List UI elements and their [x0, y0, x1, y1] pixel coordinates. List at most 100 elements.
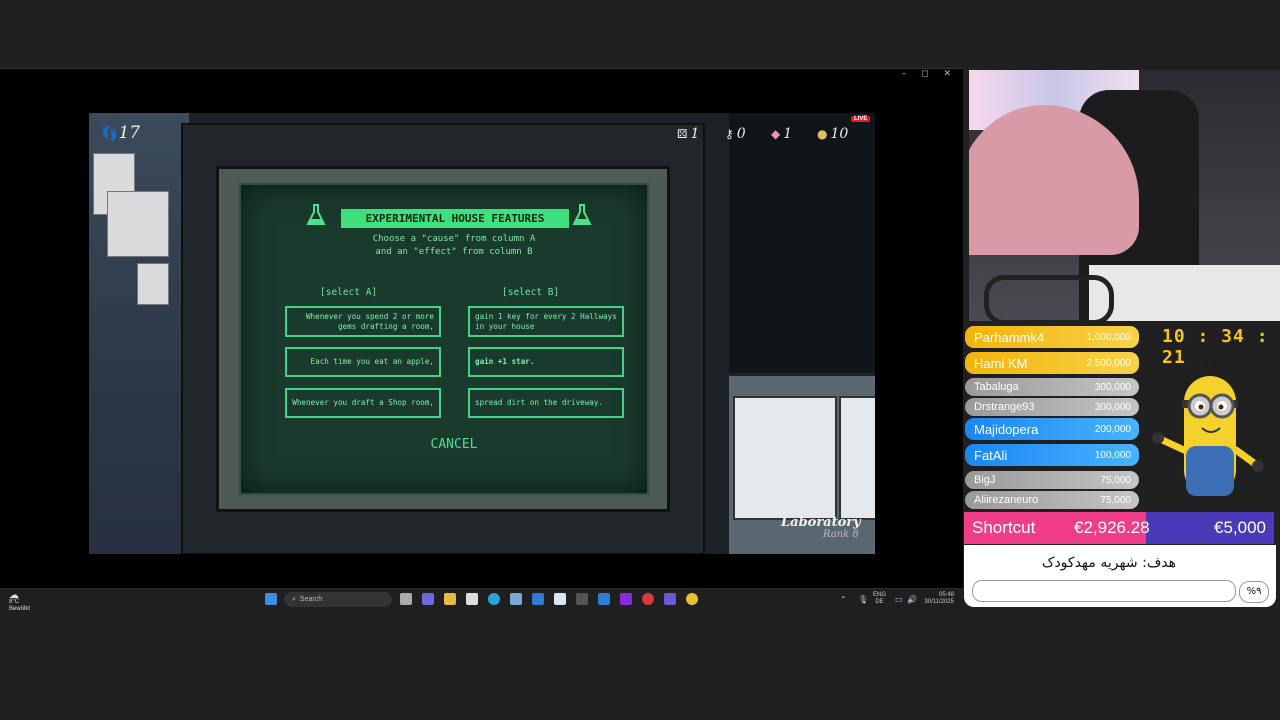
- donation-entry: BigJ 75,000: [965, 471, 1139, 489]
- donation-goal-bar: Shortcut €2,926.28 €5,000: [964, 512, 1274, 544]
- donation-amount: 300,000: [1094, 401, 1131, 413]
- cause-option[interactable]: Whenever you draft a Shop room,: [285, 388, 441, 418]
- donation-amount: 100,000: [1094, 449, 1131, 461]
- vscode-icon[interactable]: [598, 593, 610, 605]
- taskbar: ☁ 8°C Bewölkt ⌕ Search ⌃ 🎙 ENG DE ▭ 🔊 05:…: [0, 588, 963, 613]
- app-icon[interactable]: [510, 593, 522, 605]
- task-view-icon[interactable]: [400, 593, 412, 605]
- background-wall: [89, 113, 189, 554]
- game-viewport: EXPERIMENTAL HOUSE FEATURES Choose a "ca…: [89, 113, 875, 554]
- effect-option[interactable]: spread dirt on the driveway.: [468, 388, 624, 418]
- cause-option[interactable]: Each time you eat an apple,: [285, 347, 441, 377]
- gems-value: 1: [783, 126, 793, 142]
- streamer-glasses: [984, 275, 1114, 321]
- column-b-header: [select B]: [502, 287, 560, 298]
- cabinet-panel: [733, 396, 837, 520]
- donor-name: Majidopera: [974, 421, 1039, 437]
- cancel-button[interactable]: CANCEL: [424, 437, 484, 452]
- effect-option-label: spread dirt on the driveway.: [475, 398, 604, 407]
- search-placeholder: Search: [299, 596, 323, 603]
- webcam-feed: [969, 70, 1280, 321]
- window-controls[interactable]: – ◻ ✕: [902, 69, 957, 79]
- pinned-paper: [137, 263, 169, 305]
- app-icon[interactable]: [642, 593, 654, 605]
- donation-amount: 75,000: [1100, 474, 1131, 486]
- donation-entry: Parhammk4 1,000,000: [965, 326, 1139, 348]
- cloud-icon: ☁: [9, 590, 19, 601]
- cause-option-label: Whenever you draft a Shop room,: [292, 398, 434, 407]
- instruction-line: and an "effect" from column B: [375, 247, 533, 257]
- edge-icon[interactable]: [488, 593, 500, 605]
- file-explorer-icon[interactable]: [444, 593, 456, 605]
- effect-option[interactable]: gain +1 star.: [468, 347, 624, 377]
- donor-name: BigJ: [974, 474, 996, 486]
- dice-icon: ⚄: [677, 127, 688, 141]
- donation-amount: 300,000: [1094, 381, 1131, 393]
- donor-name: Hami KM: [974, 355, 1028, 371]
- donor-name: FatAli: [974, 447, 1008, 463]
- goal-target: €5,000: [1214, 518, 1266, 537]
- teams-icon[interactable]: [422, 593, 434, 605]
- weather-widget[interactable]: ☁ 8°C Bewölkt: [9, 590, 31, 613]
- cause-option-label: Whenever you spend 2 or more gems drafti…: [305, 311, 434, 331]
- footsteps-icon: 👣: [101, 126, 119, 142]
- weather-desc: Bewölkt: [9, 606, 31, 612]
- dice-value: 1: [690, 126, 700, 142]
- room-name: Laboratory: [781, 515, 861, 530]
- search-icon: ⌕: [292, 596, 296, 603]
- coins-counter: ● 10: [817, 126, 848, 142]
- effect-option[interactable]: gain 1 key for every 2 Hallways in your …: [468, 306, 624, 337]
- mic-icon[interactable]: 🎙: [858, 595, 868, 604]
- gems-counter: ◆ 1: [771, 126, 792, 142]
- flask-icon: [572, 204, 592, 225]
- terminal-icon[interactable]: [576, 593, 588, 605]
- chrome-icon[interactable]: [686, 593, 698, 605]
- instruction-line: Choose a "cause" from column A: [372, 234, 536, 244]
- donation-amount: 2,500,000: [1086, 357, 1132, 369]
- volume-icon[interactable]: 🔊: [907, 595, 917, 604]
- store-icon[interactable]: [466, 593, 478, 605]
- outlook-icon[interactable]: [532, 593, 544, 605]
- effect-option-label: gain 1 key for every 2 Hallways in your …: [475, 311, 617, 331]
- cause-option[interactable]: Whenever you spend 2 or more gems drafti…: [285, 306, 441, 337]
- coins-value: 10: [830, 126, 849, 142]
- column-a-header: [select A]: [320, 287, 378, 298]
- cabinet-panel: [839, 396, 875, 520]
- key-icon: ⚷: [725, 127, 734, 141]
- discord-icon[interactable]: [664, 593, 676, 605]
- pinned-paper: [107, 191, 169, 257]
- coin-icon: ●: [817, 127, 828, 141]
- donation-amount: 1,000,000: [1086, 331, 1132, 343]
- dice-counter: ⚄ 1: [677, 126, 699, 142]
- clock-widget[interactable]: 05:48 30/11/2025: [922, 592, 954, 606]
- start-button[interactable]: [265, 593, 277, 605]
- network-icon[interactable]: ▭: [895, 595, 903, 604]
- goal-text: هدف: شهریه مهدکودک: [1041, 555, 1177, 571]
- donation-entry: Majidopera 200,000: [965, 418, 1139, 440]
- goal-label: Shortcut: [972, 518, 1036, 537]
- language-indicator[interactable]: ENG DE: [873, 592, 886, 606]
- taskbar-time: 05:48: [938, 592, 954, 598]
- room-rank: Rank 8: [823, 529, 859, 540]
- goal-current: €2,926.28: [1074, 518, 1150, 537]
- app-icon[interactable]: [554, 593, 566, 605]
- keys-value: 0: [736, 126, 746, 142]
- goal-progress-bar: [972, 580, 1236, 602]
- goal-percent: %۹: [1239, 581, 1269, 603]
- donation-amount: 75,000: [1100, 494, 1131, 506]
- donation-entry: FatAli 100,000: [965, 444, 1139, 466]
- dialog-title: EXPERIMENTAL HOUSE FEATURES: [341, 209, 569, 228]
- donation-entry: Aliirezaneuro 75,000: [965, 491, 1139, 509]
- chevron-up-icon[interactable]: ⌃: [840, 595, 847, 604]
- streamer-shirt: [1089, 265, 1280, 321]
- game-window: – ◻ ✕ EXPERIMENTAL HOUSE FEATURES Choose…: [0, 68, 963, 589]
- live-badge: LIVE: [851, 116, 871, 122]
- donor-name: Drstrange93: [974, 401, 1035, 413]
- donation-entry: Hami KM 2,500,000: [965, 352, 1139, 374]
- rider-icon[interactable]: [620, 593, 632, 605]
- flask-icon: [306, 204, 326, 225]
- keys-counter: ⚷ 0: [725, 126, 746, 142]
- taskbar-date: 30/11/2025: [924, 599, 954, 605]
- steps-value: 17: [118, 123, 141, 143]
- search-box[interactable]: ⌕ Search: [284, 592, 392, 607]
